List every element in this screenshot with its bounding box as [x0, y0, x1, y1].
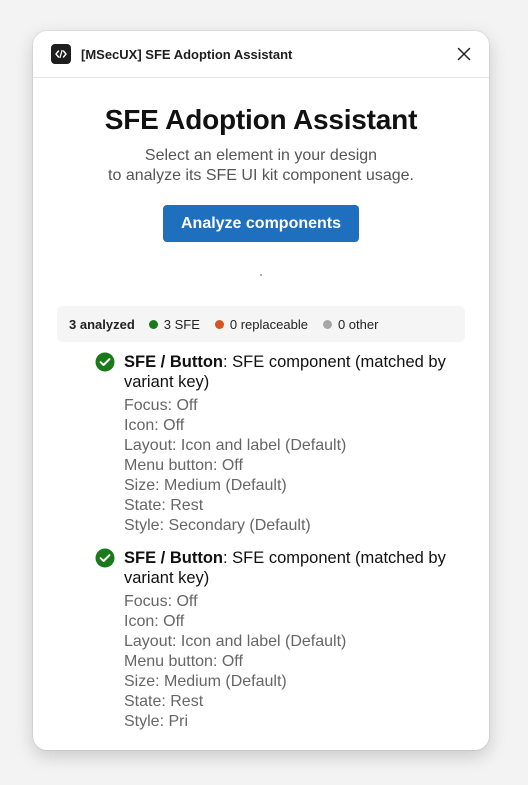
legend-other-label: 0 other — [337, 316, 379, 332]
close-icon — [457, 47, 471, 61]
legend-sfe-label: 3 SFE — [163, 316, 200, 332]
close-button[interactable] — [455, 45, 473, 63]
legend-sfe: 3 SFE — [148, 316, 200, 332]
other-dot-icon — [322, 319, 332, 329]
analyze-components-button[interactable]: Analyze components — [162, 205, 360, 242]
property-item: Style: Pri — [124, 713, 189, 730]
property-list: Focus: Off Icon: Off Layout: Icon and la… — [124, 396, 465, 536]
check-circle-icon — [95, 548, 115, 568]
result-title: SFE / Button: SFE component (matched by … — [124, 548, 465, 588]
replaceable-dot-icon — [214, 319, 224, 329]
result-item[interactable]: SFE / Button: SFE component (matched by … — [95, 352, 465, 536]
property-item: State: Rest — [124, 497, 204, 514]
property-item: Layout: Icon and label (Default) — [124, 437, 347, 454]
result-title: SFE / Button: SFE component (matched by … — [124, 352, 465, 392]
property-item: Style: Secondary (Default) — [124, 517, 311, 534]
result-item[interactable]: SFE / Button: SFE component (matched by … — [95, 548, 465, 732]
subtitle-line-2: to analyze its SFE UI kit component usag… — [108, 167, 414, 184]
title-bar: [MSecUX] SFE Adoption Assistant — [33, 31, 489, 78]
property-list: Focus: Off Icon: Off Layout: Icon and la… — [124, 592, 465, 732]
property-item: Menu button: Off — [124, 653, 243, 670]
property-item: Layout: Icon and label (Default) — [124, 633, 347, 650]
component-name: SFE / Button — [124, 549, 223, 567]
check-circle-icon — [95, 352, 115, 372]
results-list: SFE / Button: SFE component (matched by … — [57, 352, 465, 732]
legend-replaceable: 0 replaceable — [214, 316, 308, 332]
plugin-content: SFE Adoption Assistant Select an element… — [33, 78, 489, 750]
analyzed-count: 3 analyzed — [69, 316, 135, 332]
property-item: Focus: Off — [124, 397, 198, 414]
subtitle: Select an element in your design to anal… — [57, 146, 465, 186]
property-item: Focus: Off — [124, 593, 198, 610]
property-item: Icon: Off — [124, 417, 185, 434]
property-item: State: Rest — [124, 693, 204, 710]
sfe-dot-icon — [148, 319, 158, 329]
loading-dot — [260, 274, 262, 276]
legend-other: 0 other — [322, 316, 379, 332]
summary-bar: 3 analyzed 3 SFE 0 replaceable 0 other — [57, 306, 465, 342]
property-item: Size: Medium (Default) — [124, 477, 287, 494]
property-item: Size: Medium (Default) — [124, 673, 287, 690]
page-title: SFE Adoption Assistant — [104, 104, 418, 135]
property-item: Icon: Off — [124, 613, 185, 630]
code-brackets-icon — [51, 44, 71, 64]
property-item: Menu button: Off — [124, 457, 243, 474]
subtitle-line-1: Select an element in your design — [144, 147, 378, 164]
component-name: SFE / Button — [124, 353, 223, 371]
window-title: [MSecUX] SFE Adoption Assistant — [81, 46, 293, 62]
plugin-window: [MSecUX] SFE Adoption Assistant SFE Adop… — [33, 31, 489, 750]
scroll-fade — [33, 736, 489, 750]
legend-replaceable-label: 0 replaceable — [229, 316, 308, 332]
